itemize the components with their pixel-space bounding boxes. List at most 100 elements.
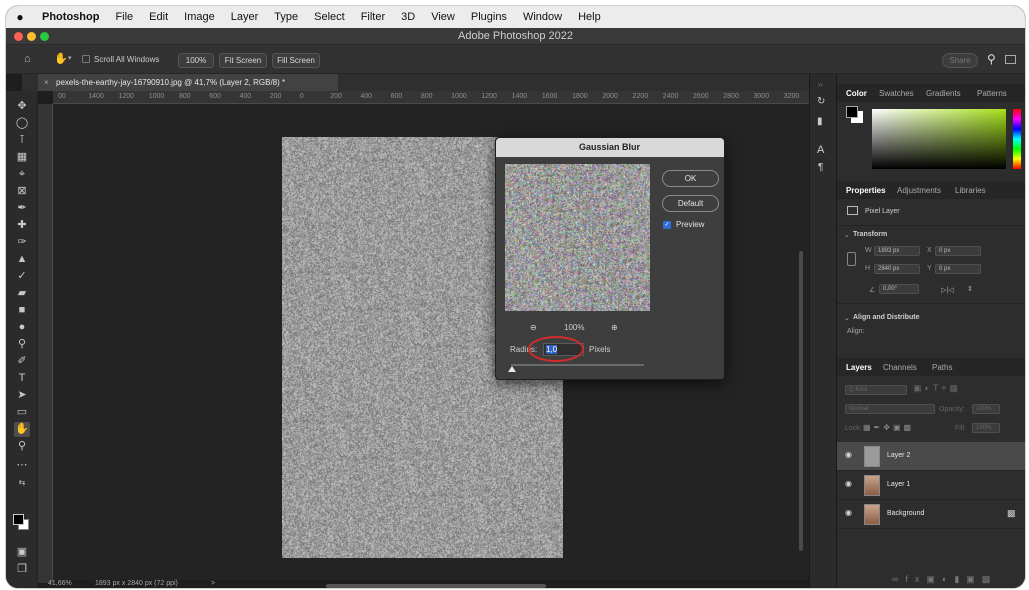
transform-chevron-icon[interactable]: ⌄: [844, 231, 850, 239]
default-button[interactable]: Default: [662, 195, 719, 212]
menu-app-name[interactable]: Photoshop: [34, 11, 107, 23]
status-arrow-icon[interactable]: >: [211, 580, 215, 587]
hue-slider[interactable]: [1013, 109, 1021, 169]
ok-button[interactable]: OK: [662, 170, 719, 187]
tab-layers[interactable]: Layers: [846, 363, 872, 372]
menu-edit[interactable]: Edit: [141, 11, 176, 23]
zoom-100-button[interactable]: 100%: [178, 53, 214, 68]
hand-tool-icon[interactable]: ✋: [54, 52, 68, 65]
more-tools-icon[interactable]: ⋯: [14, 458, 30, 473]
apple-icon[interactable]: ●: [6, 10, 34, 24]
blend-mode-select[interactable]: Normal: [845, 404, 935, 414]
layer-filter-icons[interactable]: ▣◐T⌖▦: [913, 383, 961, 394]
zoom-out-icon[interactable]: ⊖: [530, 323, 537, 332]
visibility-eye-icon[interactable]: ◉: [845, 451, 854, 459]
visibility-eye-icon[interactable]: ◉: [845, 509, 854, 517]
object-selection-tool-icon[interactable]: ▦: [14, 150, 30, 165]
history-brush-tool-icon[interactable]: ✓: [14, 269, 30, 284]
healing-brush-tool-icon[interactable]: ✚: [14, 218, 30, 233]
scroll-all-windows-checkbox[interactable]: [82, 55, 90, 63]
type-tool-icon[interactable]: T: [14, 371, 30, 386]
vertical-scrollbar[interactable]: [799, 251, 803, 551]
radius-slider[interactable]: [508, 364, 644, 372]
history-icon[interactable]: ↻: [817, 96, 825, 107]
color-panel-fg-swatch[interactable]: [846, 106, 858, 118]
paragraph-panel-icon[interactable]: ¶: [818, 162, 823, 173]
zoom-in-icon[interactable]: ⊕: [611, 323, 618, 332]
layer-name[interactable]: Background: [887, 510, 924, 517]
link-dimensions-icon[interactable]: [847, 252, 856, 266]
rectangle-tool-icon[interactable]: ▭: [14, 405, 30, 420]
tool-preset-chevron-icon[interactable]: ▾: [68, 54, 72, 62]
layer-kind-filter[interactable]: Q Kind: [845, 385, 907, 395]
eyedropper-tool-icon[interactable]: ✒: [14, 201, 30, 216]
vertical-ruler[interactable]: [38, 104, 53, 583]
menu-layer[interactable]: Layer: [223, 11, 267, 23]
menu-window[interactable]: Window: [515, 11, 570, 23]
angle-input[interactable]: 0,00°: [879, 284, 919, 294]
visibility-eye-icon[interactable]: ◉: [845, 480, 854, 488]
foreground-color-swatch[interactable]: [13, 514, 24, 525]
document-tab[interactable]: × pexels-the-earthy-jay-16790910.jpg @ 4…: [38, 74, 338, 91]
quick-mask-icon[interactable]: ▣: [14, 545, 30, 560]
tab-channels[interactable]: Channels: [883, 363, 917, 372]
tab-color[interactable]: Color: [846, 89, 867, 98]
fill-screen-button[interactable]: Fill Screen: [272, 53, 320, 68]
home-icon[interactable]: ⌂: [24, 53, 31, 65]
screen-mode-icon[interactable]: ❐: [14, 562, 30, 577]
menu-filter[interactable]: Filter: [353, 11, 393, 23]
flip-horizontal-icon[interactable]: ▷|◁: [941, 286, 954, 294]
flip-vertical-icon[interactable]: ⇕: [967, 285, 973, 293]
opacity-input[interactable]: 100%: [972, 404, 1000, 414]
crop-tool-icon[interactable]: ⌖: [14, 167, 30, 182]
share-button[interactable]: Share: [942, 53, 978, 68]
height-input[interactable]: 2840 px: [874, 264, 920, 274]
fit-screen-button[interactable]: Fit Screen: [219, 53, 267, 68]
tab-libraries[interactable]: Libraries: [955, 186, 986, 195]
blur-tool-icon[interactable]: ●: [14, 320, 30, 335]
status-zoom[interactable]: 41,66%: [48, 580, 72, 587]
gradient-tool-icon[interactable]: ■: [14, 303, 30, 318]
y-input[interactable]: 0 px: [935, 264, 981, 274]
menu-file[interactable]: File: [107, 11, 141, 23]
tab-patterns[interactable]: Patterns: [977, 89, 1007, 98]
collapse-icon[interactable]: ››: [818, 82, 823, 89]
frame-tool-icon[interactable]: ⊠: [14, 184, 30, 199]
layer-name[interactable]: Layer 1: [887, 481, 910, 488]
width-input[interactable]: 1893 px: [874, 246, 920, 256]
layer-name[interactable]: Layer 2: [887, 452, 910, 459]
tab-properties[interactable]: Properties: [846, 186, 886, 195]
tab-adjustments[interactable]: Adjustments: [897, 186, 941, 195]
x-input[interactable]: 0 px: [935, 246, 981, 256]
menu-help[interactable]: Help: [570, 11, 609, 23]
layer-row-background[interactable]: ◉ Background ▩: [837, 500, 1025, 529]
radius-slider-thumb[interactable]: [508, 366, 516, 372]
blur-preview[interactable]: [505, 164, 650, 311]
pen-tool-icon[interactable]: ✐: [14, 354, 30, 369]
menu-view[interactable]: View: [423, 11, 463, 23]
character-panel-icon[interactable]: A: [817, 144, 824, 156]
menu-plugins[interactable]: Plugins: [463, 11, 515, 23]
layer-row-layer-1[interactable]: ◉ Layer 1: [837, 471, 1025, 500]
fill-input[interactable]: 100%: [972, 423, 1000, 433]
menu-type[interactable]: Type: [266, 11, 306, 23]
lock-icons[interactable]: ▦✒✥▣▩: [863, 423, 914, 432]
menu-select[interactable]: Select: [306, 11, 353, 23]
search-icon[interactable]: ⚲: [987, 52, 996, 66]
color-field[interactable]: [872, 109, 1006, 169]
comments-icon[interactable]: ▮: [817, 116, 823, 127]
tab-swatches[interactable]: Swatches: [879, 89, 914, 98]
align-header[interactable]: Align and Distribute: [853, 314, 920, 321]
layer-row-layer-2[interactable]: ◉ Layer 2: [837, 442, 1025, 471]
preview-checkbox[interactable]: ✓: [663, 221, 671, 229]
layers-footer-icons[interactable]: ∞fx▣◐▮▣▩: [837, 570, 1025, 588]
tab-paths[interactable]: Paths: [932, 363, 952, 372]
horizontal-ruler[interactable]: 00 1400 1200 1000 800 600 400 200 0 200 400 600 800 1…: [53, 91, 809, 104]
workspace-icon[interactable]: [1005, 55, 1016, 64]
clone-stamp-tool-icon[interactable]: ▲: [14, 252, 30, 267]
swap-colors-icon[interactable]: ⇆: [14, 475, 30, 490]
brush-tool-icon[interactable]: ✑: [14, 235, 30, 250]
lasso-tool-icon[interactable]: ⊺: [14, 133, 30, 148]
marquee-tool-icon[interactable]: ◯: [14, 116, 30, 131]
align-chevron-icon[interactable]: ⌄: [844, 314, 850, 322]
